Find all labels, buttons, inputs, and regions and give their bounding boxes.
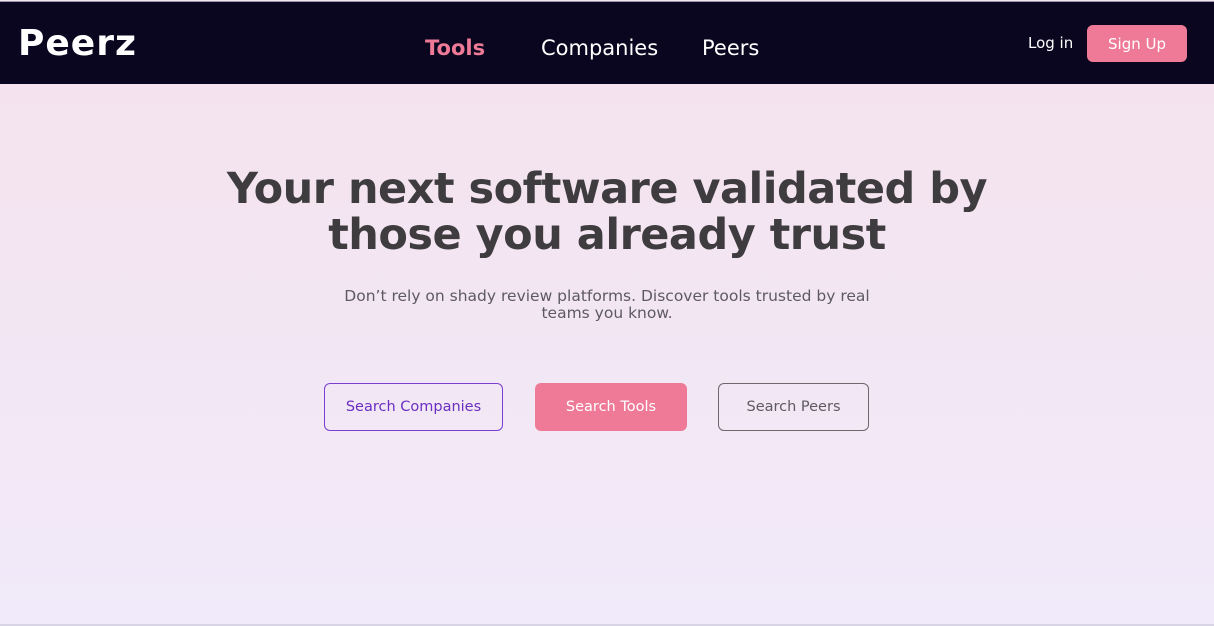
search-peers-button[interactable]: Search Peers	[718, 383, 869, 431]
hero-headline-line-2: those you already trust	[328, 210, 886, 260]
nav-tools-link[interactable]: Tools	[425, 34, 485, 62]
search-tools-button[interactable]: Search Tools	[535, 383, 687, 431]
hero-headline: Your next software validated by those yo…	[0, 166, 1214, 258]
top-navigation-bar: Peerz Tools Companies Peers Log in Sign …	[0, 1, 1214, 84]
nav-companies-link[interactable]: Companies	[541, 34, 658, 62]
hero-subtitle: Don’t rely on shady review platforms. Di…	[331, 288, 883, 322]
hero-headline-line-1: Your next software validated by	[226, 164, 988, 214]
nav-peers-link[interactable]: Peers	[702, 34, 759, 62]
login-link[interactable]: Log in	[1028, 32, 1073, 54]
sign-up-button[interactable]: Sign Up	[1087, 25, 1187, 62]
search-companies-button[interactable]: Search Companies	[324, 383, 503, 431]
peerz-logo[interactable]: Peerz	[18, 22, 137, 66]
hero-subtitle-line-1: Don’t rely on shady review platforms. Di…	[344, 287, 870, 305]
hero-subtitle-line-2: teams you know.	[541, 304, 673, 322]
